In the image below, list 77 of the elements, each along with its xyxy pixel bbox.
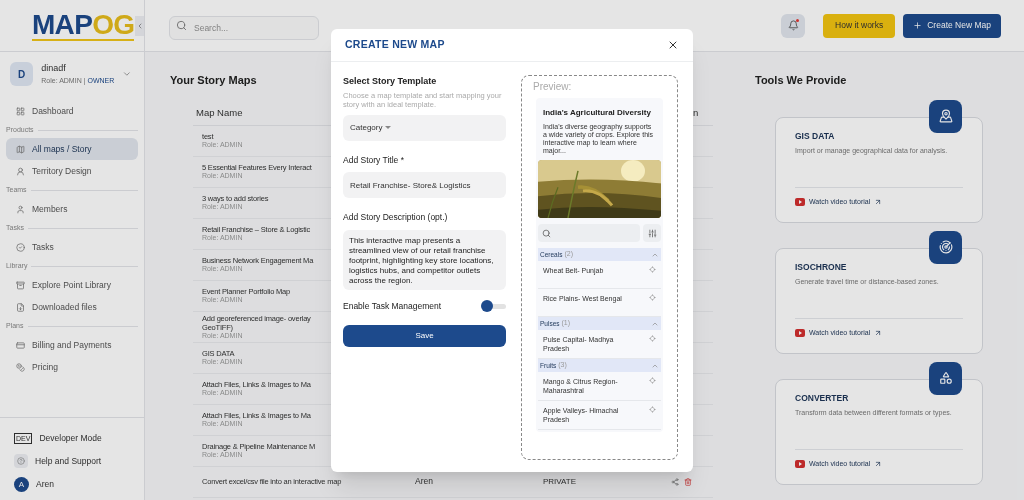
avatar: D [10, 62, 34, 86]
preview-search-field[interactable] [538, 224, 640, 242]
chevron-down-icon[interactable] [122, 69, 132, 79]
field-label: Select Story Template [343, 75, 438, 88]
bell-icon [787, 20, 799, 31]
map-owner: Aren [415, 475, 433, 488]
nav-item[interactable]: Dashboard [6, 100, 138, 122]
filter-icon [647, 228, 657, 238]
account-name: Aren [36, 478, 54, 491]
column-header: n [693, 105, 699, 120]
story-title-field[interactable]: Retail Franchise- Store& Logistics [343, 172, 506, 199]
tool-icon [938, 371, 953, 385]
map-visibility: PRIVATE [543, 475, 577, 488]
nav-icon [16, 242, 25, 252]
share-icon[interactable] [671, 477, 679, 486]
collapse-button[interactable] [135, 16, 144, 36]
locate-icon [649, 294, 656, 301]
nav-icon [16, 106, 25, 116]
trash-icon[interactable] [684, 477, 692, 486]
section-title: Tools We Provide [755, 73, 848, 88]
nav-item[interactable]: Tasks [6, 236, 138, 258]
field-label: Add Story Description (opt.) [343, 211, 449, 224]
caret-icon [385, 126, 392, 129]
nav-item[interactable]: Territory Design [6, 160, 138, 182]
tool-title: ISOCHRONE [795, 260, 848, 274]
locate-icon [649, 266, 656, 273]
nav-icon [16, 362, 25, 372]
video-icon [795, 198, 805, 206]
preview-label: Preview: [533, 80, 573, 94]
logo: MAPOG [32, 10, 135, 41]
video-icon [795, 460, 805, 468]
nav-icon [16, 166, 25, 176]
save-button[interactable]: Save [343, 324, 506, 347]
tool-title: GIS DATA [795, 129, 836, 143]
story-description-field[interactable]: This interactive map presents a streamlined view of our retail franchise footprint, highlighting key store locations, logistics hubs, and competitor outlets across the region. [343, 230, 506, 290]
nav-item[interactable]: Pricing [6, 356, 138, 378]
nav-icon [16, 204, 25, 214]
category-dropdown[interactable]: Category [343, 114, 506, 141]
user-name: dinadf [41, 62, 67, 75]
story-card-title: India's Agricultural Diversity [543, 107, 652, 119]
locate-icon [649, 377, 656, 384]
nav-icon [16, 280, 25, 290]
nav-icon [16, 302, 25, 312]
locate-icon [649, 406, 656, 413]
nav-icon [16, 144, 25, 154]
plus-icon [913, 21, 923, 30]
search-field[interactable]: Search... [169, 15, 319, 40]
modal-title: CREATE NEW MAP [345, 37, 445, 53]
nav-icon [16, 340, 25, 350]
nav-item[interactable]: Members [6, 198, 138, 220]
tool-icon [938, 240, 953, 254]
external-link-icon [874, 460, 883, 468]
help-icon [17, 457, 25, 465]
video-icon [795, 329, 805, 337]
external-link-icon [874, 198, 883, 206]
tool-icon [938, 109, 953, 123]
external-link-icon [874, 329, 883, 337]
section-title: Your Story Maps [170, 73, 257, 88]
notification-button[interactable] [781, 13, 806, 38]
nav-item[interactable]: Explore Point Library [6, 274, 138, 296]
how-it-works-button[interactable]: How it works [823, 13, 896, 38]
search-icon [542, 228, 551, 238]
field-label: Add Story Title * [343, 153, 405, 167]
nav-item[interactable]: All maps / Story [6, 138, 138, 160]
close-icon[interactable] [667, 39, 679, 51]
locate-icon [649, 335, 656, 342]
help-item[interactable]: Help and Support [14, 454, 130, 468]
toggle-label: Enable Task Management [343, 300, 442, 313]
search-icon [176, 19, 187, 31]
column-header: Map Name [196, 105, 243, 120]
create-map-button[interactable]: Create New Map [903, 13, 1001, 38]
filter-button[interactable] [643, 224, 661, 242]
nav-item[interactable]: Downloaded files [6, 296, 138, 318]
nav-item[interactable]: Billing and Payments [6, 334, 138, 356]
account-avatar[interactable]: A [14, 477, 29, 492]
task-toggle[interactable] [481, 300, 506, 313]
tool-title: CONVERTER [795, 391, 850, 405]
